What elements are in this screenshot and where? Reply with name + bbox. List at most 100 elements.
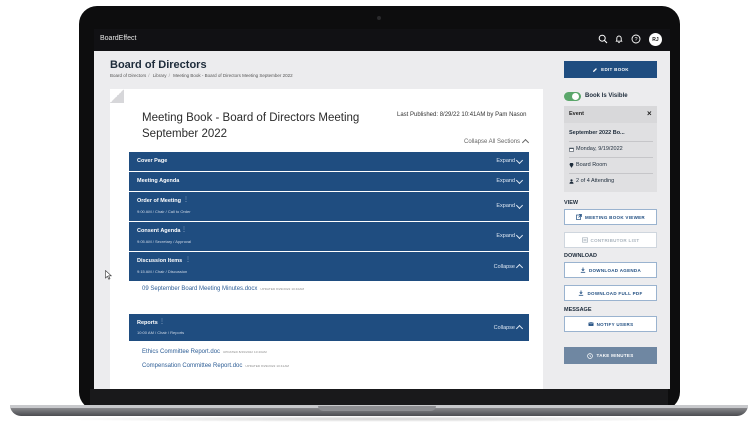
- more-icon[interactable]: ⋮: [185, 256, 191, 263]
- contributor-list-label: CONTRIBUTOR LIST: [590, 237, 640, 243]
- section-title: Discussion Items: [137, 258, 183, 264]
- svg-text:?: ?: [634, 37, 637, 43]
- meeting-book-viewer-label: MEETING BOOK VIEWER: [585, 214, 645, 220]
- section-toggle-label: Expand: [496, 203, 515, 209]
- document-updated: UPDATED 8/29/2022 10:40AM: [260, 287, 305, 291]
- document-link[interactable]: Ethics Committee Report.doc UPDATED 8/29/…: [142, 349, 267, 355]
- event-date-text: Monday, 9/19/2022: [576, 146, 623, 152]
- download-full-pdf-label: DOWNLOAD FULL PDF: [587, 290, 643, 296]
- document-name: Ethics Committee Report.doc: [142, 349, 221, 355]
- chevron-down-icon: [515, 231, 524, 239]
- visibility-toggle[interactable]: [564, 92, 581, 101]
- search-icon[interactable]: [596, 32, 610, 46]
- chevron-down-icon: [515, 176, 524, 184]
- section-title: Consent Agenda: [137, 228, 181, 234]
- more-icon[interactable]: ⋮: [181, 226, 187, 233]
- document-name: 09 September Board Meeting Minutes.docx: [142, 286, 258, 292]
- chevron-up-icon: [515, 324, 524, 333]
- pencil-icon: [593, 67, 598, 72]
- webcam: [377, 16, 381, 20]
- top-bar: BoardEffect ? RJ: [94, 29, 670, 51]
- section-title: Cover Page: [137, 158, 168, 164]
- meeting-book-viewer-button[interactable]: MEETING BOOK VIEWER: [564, 209, 657, 225]
- event-location-text: Board Room: [576, 162, 607, 168]
- visibility-label: Book Is Visible: [585, 93, 628, 99]
- calendar-icon: [569, 147, 574, 152]
- notify-users-button[interactable]: NOTIFY USERS: [564, 316, 657, 332]
- app-screen: BoardEffect ? RJ Board of Directors Boar…: [94, 29, 670, 389]
- section-meeting-agenda[interactable]: Meeting Agenda Expand: [129, 172, 529, 191]
- document-link[interactable]: 09 September Board Meeting Minutes.docx U…: [142, 286, 304, 292]
- edit-book-button[interactable]: EDIT BOOK: [564, 61, 657, 78]
- section-subtitle: 9:15 AM / Chair / Discussion: [137, 269, 188, 274]
- document-name: Compensation Committee Report.doc: [142, 363, 243, 369]
- section-title: Meeting Agenda: [137, 178, 180, 184]
- section-toggle[interactable]: Expand: [496, 201, 524, 209]
- download-heading: DOWNLOAD: [564, 253, 597, 259]
- event-attending[interactable]: 2 of 4 Attending: [569, 178, 653, 184]
- chevron-up-icon: [515, 263, 524, 272]
- section-reports[interactable]: Reports ⋮ 10:00 AM / Chair / Reports Col…: [129, 314, 529, 341]
- chevron-down-icon: [515, 156, 524, 164]
- brand-logo[interactable]: BoardEffect: [100, 35, 136, 42]
- download-agenda-button[interactable]: DOWNLOAD AGENDA: [564, 262, 657, 278]
- download-agenda-label: DOWNLOAD AGENDA: [588, 267, 642, 273]
- breadcrumb: Board of Directors / Library / Meeting Boo…: [110, 73, 293, 78]
- message-heading: MESSAGE: [564, 307, 592, 313]
- section-discussion-items[interactable]: Discussion Items ⋮ 9:15 AM / Chair / Dis…: [129, 252, 529, 281]
- toggle-knob: [572, 93, 579, 100]
- section-title: Order of Meeting: [137, 198, 182, 204]
- take-minutes-label: TAKE MINUTES: [596, 353, 634, 358]
- divider: [569, 157, 653, 158]
- event-name[interactable]: September 2022 Bo...: [569, 130, 653, 136]
- take-minutes-button[interactable]: TAKE MINUTES: [564, 347, 657, 364]
- section-toggle[interactable]: Expand: [496, 156, 524, 164]
- section-order-of-meeting[interactable]: Order of Meeting ⋮ 9:00 AM / Chair / Cal…: [129, 192, 529, 221]
- page-fold: [110, 89, 124, 103]
- document-updated: UPDATED 8/29/2022 10:41AM: [245, 364, 290, 368]
- contributor-list-button[interactable]: CONTRIBUTOR LIST: [564, 232, 657, 248]
- collapse-all-button[interactable]: Collapse All Sections: [464, 138, 530, 147]
- envelope-icon: [587, 322, 594, 326]
- page-title: Board of Directors: [110, 59, 207, 71]
- event-location: Board Room: [569, 162, 653, 168]
- breadcrumb-item-current: Meeting Book - Board of Directors Meetin…: [173, 73, 293, 78]
- section-toggle-label: Collapse: [493, 263, 515, 270]
- section-cover-page[interactable]: Cover Page Expand: [129, 152, 529, 171]
- avatar[interactable]: RJ: [649, 33, 662, 46]
- last-published: Last Published: 8/29/22 10:41AM by Pam N…: [397, 112, 527, 118]
- list-icon: [581, 237, 588, 243]
- mouse-cursor-icon: [105, 270, 113, 280]
- document-updated: UPDATED 8/29/2022 10:40AM: [223, 350, 267, 354]
- section-toggle[interactable]: Collapse: [493, 263, 524, 272]
- bell-icon[interactable]: [612, 32, 626, 46]
- section-title: Reports: [137, 320, 158, 326]
- breadcrumb-item-board[interactable]: Board of Directors: [110, 73, 146, 78]
- divider: [569, 141, 653, 142]
- more-icon[interactable]: ⋮: [183, 196, 189, 203]
- section-toggle-label: Expand: [496, 233, 515, 239]
- notify-users-label: NOTIFY USERS: [596, 321, 634, 327]
- event-attending-text: 2 of 4 Attending: [576, 178, 615, 184]
- laptop-notch: [318, 406, 436, 411]
- download-icon: [580, 267, 586, 273]
- document-link[interactable]: Compensation Committee Report.doc UPDATED…: [142, 363, 289, 369]
- view-heading: VIEW: [564, 200, 579, 206]
- event-card: Event × September 2022 Bo... Monday, 9/1…: [564, 106, 657, 192]
- close-icon[interactable]: ×: [647, 109, 652, 118]
- map-pin-icon: [569, 162, 574, 168]
- help-icon[interactable]: ?: [629, 32, 643, 46]
- section-consent-agenda[interactable]: Consent Agenda ⋮ 9:05 AM / Secretary / A…: [129, 222, 529, 251]
- section-toggle-label: Expand: [496, 158, 515, 164]
- section-subtitle: 10:00 AM / Chair / Reports: [137, 330, 185, 335]
- more-icon[interactable]: ⋮: [159, 318, 165, 325]
- section-toggle[interactable]: Collapse: [494, 324, 524, 333]
- download-icon: [579, 290, 584, 296]
- breadcrumb-item-library[interactable]: Library: [153, 73, 167, 78]
- section-toggle[interactable]: Expand: [496, 176, 524, 184]
- chevron-up-icon: [521, 138, 530, 147]
- section-toggle[interactable]: Expand: [496, 231, 524, 239]
- users-icon: [569, 178, 574, 184]
- collapse-all-label: Collapse All Sections: [464, 138, 521, 145]
- download-full-pdf-button[interactable]: DOWNLOAD FULL PDF: [564, 285, 657, 301]
